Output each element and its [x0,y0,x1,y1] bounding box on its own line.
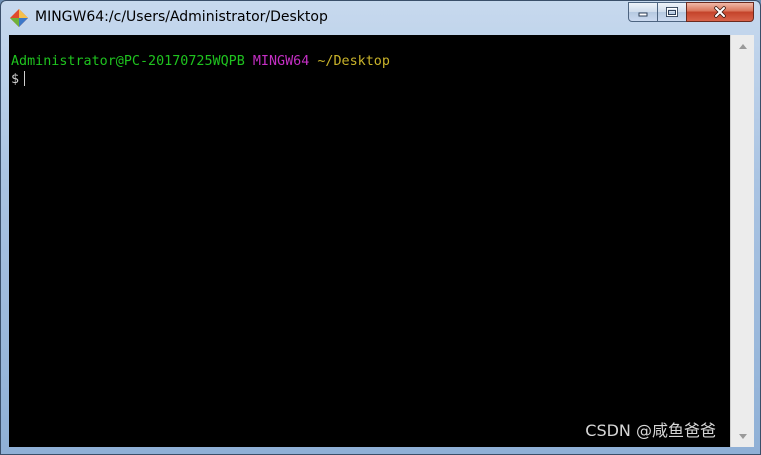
prompt-symbol: $ [11,72,20,87]
prompt-system: MINGW64 [252,54,310,69]
watermark: CSDN @咸鱼爸爸 [585,421,716,440]
close-icon [714,6,726,18]
scroll-up-button[interactable] [731,37,754,55]
window-title: MINGW64:/c/Users/Administrator/Desktop [35,9,328,25]
maximize-icon [666,7,678,17]
maximize-button[interactable] [657,2,687,22]
minimize-button[interactable] [628,2,658,22]
terminal-window: MINGW64:/c/Users/Administrator/Desktop A… [0,0,761,455]
arrow-down-icon [738,433,747,439]
text-cursor [24,71,26,86]
git-bash-diamond-icon [10,9,28,27]
arrow-up-icon [738,43,747,49]
minimize-icon [638,12,648,17]
input-line[interactable]: $ [11,71,26,88]
terminal-output[interactable]: Administrator@PC-20170725WQPB MINGW64 ~/… [9,35,730,447]
title-bar[interactable]: MINGW64:/c/Users/Administrator/Desktop [1,1,760,35]
prompt-user: Administrator@PC-20170725WQPB [11,54,245,69]
prompt-line: Administrator@PC-20170725WQPB MINGW64 ~/… [11,53,390,70]
scroll-down-button[interactable] [731,427,754,445]
close-button[interactable] [686,2,754,22]
prompt-path: ~/Desktop [317,54,390,69]
vertical-scrollbar[interactable] [730,35,754,447]
